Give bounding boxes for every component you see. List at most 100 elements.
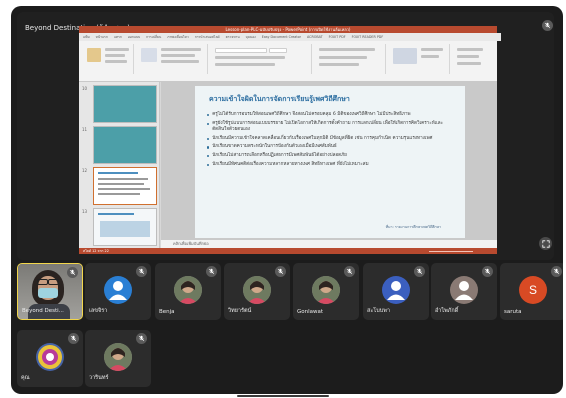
participant-name: วารินทร์	[89, 375, 109, 381]
mute-icon	[551, 266, 562, 277]
ribbon-tab[interactable]: ภาพเคลื่อนไหว	[167, 33, 188, 41]
thumbnail-number: 13	[82, 209, 88, 214]
avatar-initial: S	[528, 283, 537, 297]
participant-name: วิทยารัตน์	[228, 308, 252, 314]
participant-tile[interactable]: Gonlawat	[293, 263, 359, 320]
ribbon-tab[interactable]: Easy Document Creator	[262, 33, 301, 41]
participant-name: เลขจิรา	[89, 308, 108, 314]
slide-title: ความเข้าใจผิดในการจัดการเรียนรู้เพศวิถีศ…	[209, 95, 350, 103]
bullet-dot	[207, 155, 210, 158]
powerpoint-title-bar: Lesson-plan-PLC-ฉบับปรับปรุง - PowerPoin…	[79, 26, 497, 33]
home-indicator	[237, 395, 329, 397]
meeting-window: Beyond Destination (ผู้นำเสนอ) Lesson-pl…	[11, 6, 563, 394]
mute-icon	[275, 266, 286, 277]
slide-thumbnail[interactable]	[93, 126, 157, 164]
ribbon-tab[interactable]: FOXIT PDF	[329, 33, 346, 41]
mute-icon	[68, 333, 79, 344]
bullet-dot	[207, 114, 210, 117]
participant-tile[interactable]: Beyond Desti...	[17, 263, 83, 320]
mute-icon	[136, 333, 147, 344]
mute-icon	[136, 266, 147, 277]
avatar	[174, 276, 202, 304]
thumbnail-number: 12	[82, 168, 88, 173]
ribbon-tab[interactable]: ตรวจทาน	[226, 33, 240, 41]
slide-bullet: นักเรียนมีทัศนคติต่อเรื่องความหลากหลายทา…	[207, 162, 453, 168]
ribbon-tab[interactable]: มุมมอง	[246, 33, 256, 41]
mute-icon	[206, 266, 217, 277]
bullet-dot	[207, 146, 210, 149]
avatar	[312, 276, 340, 304]
bullet-dot	[207, 122, 210, 125]
avatar	[382, 276, 410, 304]
ribbon-tab[interactable]: หน้าแรก	[96, 33, 108, 41]
avatar	[36, 343, 64, 371]
ribbon-tab[interactable]: FOXIT READER PDF	[352, 33, 384, 41]
mute-icon	[414, 266, 425, 277]
ribbon-group-font[interactable]	[211, 44, 312, 74]
ribbon-group-clipboard[interactable]	[83, 44, 134, 74]
zoom-slider[interactable]	[429, 250, 473, 252]
slide-thumbnail-selected[interactable]	[93, 167, 157, 205]
screen-share-view[interactable]: Beyond Destination (ผู้นำเสนอ) Lesson-pl…	[17, 12, 554, 260]
participant-tile[interactable]: วารินทร์	[85, 330, 151, 387]
ribbon-tab[interactable]: แฟ้ม	[83, 33, 90, 41]
ribbon-tab[interactable]: แทรก	[114, 33, 122, 41]
avatar	[450, 276, 478, 304]
avatar	[104, 276, 132, 304]
participant-name: สะโบบพา	[367, 308, 390, 314]
ribbon-group-paragraph[interactable]	[315, 44, 386, 74]
ribbon: แฟ้ม หน้าแรก แทรก ออกแบบ การเปลี่ยน ภาพเคลื่อ…	[79, 33, 501, 82]
slide-bullet: ครูยังใช้รูปแบบการสอนแบบบรรยาย ไม่เปิดโอ…	[207, 121, 453, 134]
bullet-dot	[207, 137, 210, 140]
ribbon-group-drawing[interactable]	[389, 44, 450, 74]
bullet-text: ครูไม่ได้รับการอบรมให้สอนเพศวิถีศึกษา จึ…	[212, 112, 411, 117]
avatar	[243, 276, 271, 304]
mute-icon	[344, 266, 355, 277]
participant-tile[interactable]: คุณ	[17, 330, 83, 387]
participant-name: อำไพภักดิ์	[435, 308, 459, 314]
participant-name: saruta	[504, 309, 522, 315]
slide-counter: สไลด์ 12 จาก 22	[83, 249, 109, 253]
bullet-text: ครูยังใช้รูปแบบการสอนแบบบรรยาย ไม่เปิดโอ…	[212, 120, 443, 132]
ribbon-tab[interactable]: ออกแบบ	[128, 33, 140, 41]
participant-name: Gonlawat	[297, 309, 324, 315]
participant-tile[interactable]: Benja	[155, 263, 221, 320]
bullet-text: นักเรียนไม่สามารถเลือกหรือปฏิเสธการมีเพศ…	[212, 153, 347, 159]
slide-editor[interactable]: ความเข้าใจผิดในการจัดการเรียนรู้เพศวิถีศ…	[161, 82, 497, 240]
slide-bullet: ครูไม่ได้รับการอบรมให้สอนเพศวิถีศึกษา จึ…	[207, 112, 453, 118]
ribbon-tabs: แฟ้ม หน้าแรก แทรก ออกแบบ การเปลี่ยน ภาพเคลื่อ…	[79, 33, 501, 41]
ribbon-tab[interactable]: การเปลี่ยน	[146, 33, 161, 41]
bullet-text: นักเรียนมีความเข้าใจคลาดเคลื่อนเกี่ยวกับ…	[212, 135, 433, 141]
participant-tile[interactable]: วิทยารัตน์	[224, 263, 290, 320]
thumbnail-number: 10	[82, 86, 88, 91]
participant-tile[interactable]: Ssaruta	[500, 263, 563, 320]
ribbon-tab[interactable]: ACROBAT	[307, 33, 323, 41]
slide-bullet: นักเรียนมีความเข้าใจคลาดเคลื่อนเกี่ยวกับ…	[207, 136, 453, 142]
slide-thumbnail-panel[interactable]: 10 11 12 13	[79, 82, 160, 248]
status-bar: สไลด์ 12 จาก 22	[79, 248, 497, 254]
participant-name: Beyond Desti...	[22, 308, 64, 314]
participant-tile[interactable]: สะโบบพา	[363, 263, 429, 320]
slide-thumbnail[interactable]	[93, 208, 157, 246]
powerpoint-window: Lesson-plan-PLC-ฉบับปรับปรุง - PowerPoin…	[79, 26, 501, 254]
participant-tile[interactable]: เลขจิรา	[85, 263, 151, 320]
notes-pane[interactable]: คลิกเพื่อเพิ่มบันทึกย่อ	[161, 240, 497, 248]
participant-name: Benja	[159, 309, 175, 315]
bullet-text: นักเรียนขาดความตระหนักในการป้องกันตัวเอง…	[212, 144, 337, 150]
ribbon-group-editing[interactable]	[453, 44, 493, 74]
bullet-text: นักเรียนมีทัศนคติต่อเรื่องความหลากหลายทา…	[212, 161, 369, 167]
thumbnail-number: 11	[82, 127, 88, 132]
participant-tile[interactable]: อำไพภักดิ์	[431, 263, 497, 320]
ribbon-group-slides[interactable]	[137, 44, 208, 74]
mute-icon	[542, 20, 553, 31]
avatar	[104, 343, 132, 371]
slide-bullets: ครูไม่ได้รับการอบรมให้สอนเพศวิถีศึกษา จึ…	[207, 112, 453, 170]
current-slide[interactable]: ความเข้าใจผิดในการจัดการเรียนรู้เพศวิถีศ…	[195, 86, 465, 238]
mute-icon	[482, 266, 493, 277]
bullet-dot	[207, 163, 210, 166]
fullscreen-icon[interactable]	[539, 237, 552, 250]
ribbon-tab[interactable]: การนำเสนอสไลด์	[195, 33, 220, 41]
avatar: S	[519, 276, 547, 304]
mute-icon	[67, 267, 78, 278]
slide-thumbnail[interactable]	[93, 85, 157, 123]
